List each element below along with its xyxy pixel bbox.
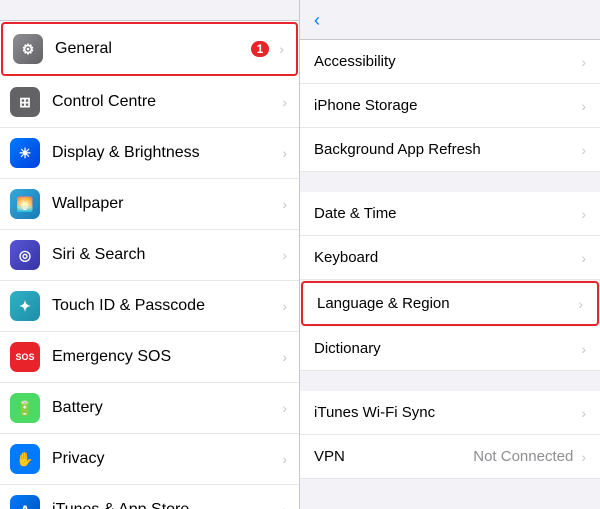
right-item-background-refresh[interactable]: Background App Refresh› <box>300 128 600 172</box>
section-gap-0 <box>300 172 600 192</box>
sidebar-item-battery[interactable]: 🔋 Battery› <box>0 383 299 434</box>
right-item-label-date-time: Date & Time <box>314 205 577 222</box>
right-item-label-dictionary: Dictionary <box>314 340 577 357</box>
chevron-icon-battery: › <box>282 400 287 416</box>
sidebar-item-label-general: General <box>55 40 251 58</box>
right-chevron-icon-dictionary: › <box>581 341 586 357</box>
right-item-dictionary[interactable]: Dictionary› <box>300 327 600 371</box>
settings-list: ⚙General1›⊞Control Centre›☀Display & Bri… <box>0 21 299 509</box>
right-item-itunes-wifi[interactable]: iTunes Wi-Fi Sync› <box>300 391 600 435</box>
general-icon: ⚙ <box>13 34 43 64</box>
sidebar-item-appstore[interactable]: AiTunes & App Store › <box>0 485 299 509</box>
wallpaper-icon: 🌅 <box>10 189 40 219</box>
sidebar-item-label-control: Control Centre <box>52 93 278 111</box>
right-item-date-time[interactable]: Date & Time› <box>300 192 600 236</box>
right-chevron-icon-accessibility: › <box>581 54 586 70</box>
siri-icon: ◎ <box>10 240 40 270</box>
section-group-2: iTunes Wi-Fi Sync›VPNNot Connected› <box>300 391 600 479</box>
sidebar-item-label-wallpaper: Wallpaper <box>52 195 278 213</box>
sos-icon: SOS <box>10 342 40 372</box>
right-list: Accessibility›iPhone Storage›Background … <box>300 40 600 509</box>
right-item-label-accessibility: Accessibility <box>314 53 577 70</box>
sidebar-item-label-battery: Battery <box>52 399 278 417</box>
right-chevron-icon-date-time: › <box>581 206 586 222</box>
sidebar-item-sos[interactable]: SOS Emergency SOS› <box>0 332 299 383</box>
appstore-icon: A <box>10 495 40 509</box>
right-panel: ‹ Accessibility›iPhone Storage›Backgroun… <box>300 0 600 509</box>
right-item-label-background-refresh: Background App Refresh <box>314 141 577 158</box>
right-item-label-itunes-wifi: iTunes Wi-Fi Sync <box>314 404 577 421</box>
right-item-value-vpn: Not Connected <box>473 448 573 465</box>
right-chevron-icon-itunes-wifi: › <box>581 405 586 421</box>
section-group-1: Date & Time›Keyboard›Language & Region›D… <box>300 192 600 371</box>
right-chevron-icon-background-refresh: › <box>581 142 586 158</box>
right-chevron-icon-keyboard: › <box>581 250 586 266</box>
sidebar-item-label-touchid: Touch ID & Passcode <box>52 297 278 315</box>
chevron-icon-touchid: › <box>282 298 287 314</box>
right-chevron-icon-iphone-storage: › <box>581 98 586 114</box>
sidebar-item-wallpaper[interactable]: 🌅 Wallpaper› <box>0 179 299 230</box>
chevron-icon-control: › <box>282 94 287 110</box>
chevron-icon-display: › <box>282 145 287 161</box>
left-panel-header <box>0 0 299 21</box>
right-item-vpn[interactable]: VPNNot Connected › <box>300 435 600 479</box>
back-button[interactable]: ‹ <box>314 10 322 31</box>
chevron-icon-wallpaper: › <box>282 196 287 212</box>
section-gap-1 <box>300 371 600 391</box>
section-group-0: Accessibility›iPhone Storage›Background … <box>300 40 600 172</box>
sidebar-item-label-appstore: iTunes & App Store <box>52 501 278 509</box>
right-chevron-icon-language-region: › <box>578 296 583 312</box>
control-icon: ⊞ <box>10 87 40 117</box>
touchid-icon: ✦ <box>10 291 40 321</box>
display-icon: ☀ <box>10 138 40 168</box>
chevron-icon-sos: › <box>282 349 287 365</box>
chevron-icon-general: › <box>279 41 284 57</box>
right-item-keyboard[interactable]: Keyboard› <box>300 236 600 280</box>
sidebar-item-label-display: Display & Brightness <box>52 144 278 162</box>
sidebar-item-general[interactable]: ⚙ General1 › <box>1 22 298 76</box>
right-header: ‹ <box>300 0 600 40</box>
sidebar-item-label-sos: Emergency SOS <box>52 348 278 366</box>
badge-general: 1 <box>251 41 270 57</box>
battery-icon: 🔋 <box>10 393 40 423</box>
right-item-accessibility[interactable]: Accessibility› <box>300 40 600 84</box>
sidebar-item-display[interactable]: ☀ Display & Brightness› <box>0 128 299 179</box>
right-item-label-keyboard: Keyboard <box>314 249 577 266</box>
sidebar-item-touchid[interactable]: ✦ Touch ID & Passcode› <box>0 281 299 332</box>
chevron-icon-siri: › <box>282 247 287 263</box>
sidebar-item-label-siri: Siri & Search <box>52 246 278 264</box>
right-item-label-vpn: VPN <box>314 448 473 465</box>
left-panel: ⚙General1›⊞Control Centre›☀Display & Bri… <box>0 0 300 509</box>
right-item-language-region[interactable]: Language & Region› <box>301 281 599 326</box>
right-item-label-language-region: Language & Region <box>317 295 574 312</box>
sidebar-item-control[interactable]: ⊞ Control Centre› <box>0 77 299 128</box>
sidebar-item-label-privacy: Privacy <box>52 450 278 468</box>
sidebar-item-privacy[interactable]: ✋ Privacy› <box>0 434 299 485</box>
right-item-iphone-storage[interactable]: iPhone Storage› <box>300 84 600 128</box>
right-chevron-icon-vpn: › <box>581 449 586 465</box>
right-item-label-iphone-storage: iPhone Storage <box>314 97 577 114</box>
chevron-icon-appstore: › <box>282 502 287 509</box>
privacy-icon: ✋ <box>10 444 40 474</box>
sidebar-item-siri[interactable]: ◎ Siri & Search› <box>0 230 299 281</box>
back-chevron-icon: ‹ <box>314 10 320 31</box>
chevron-icon-privacy: › <box>282 451 287 467</box>
